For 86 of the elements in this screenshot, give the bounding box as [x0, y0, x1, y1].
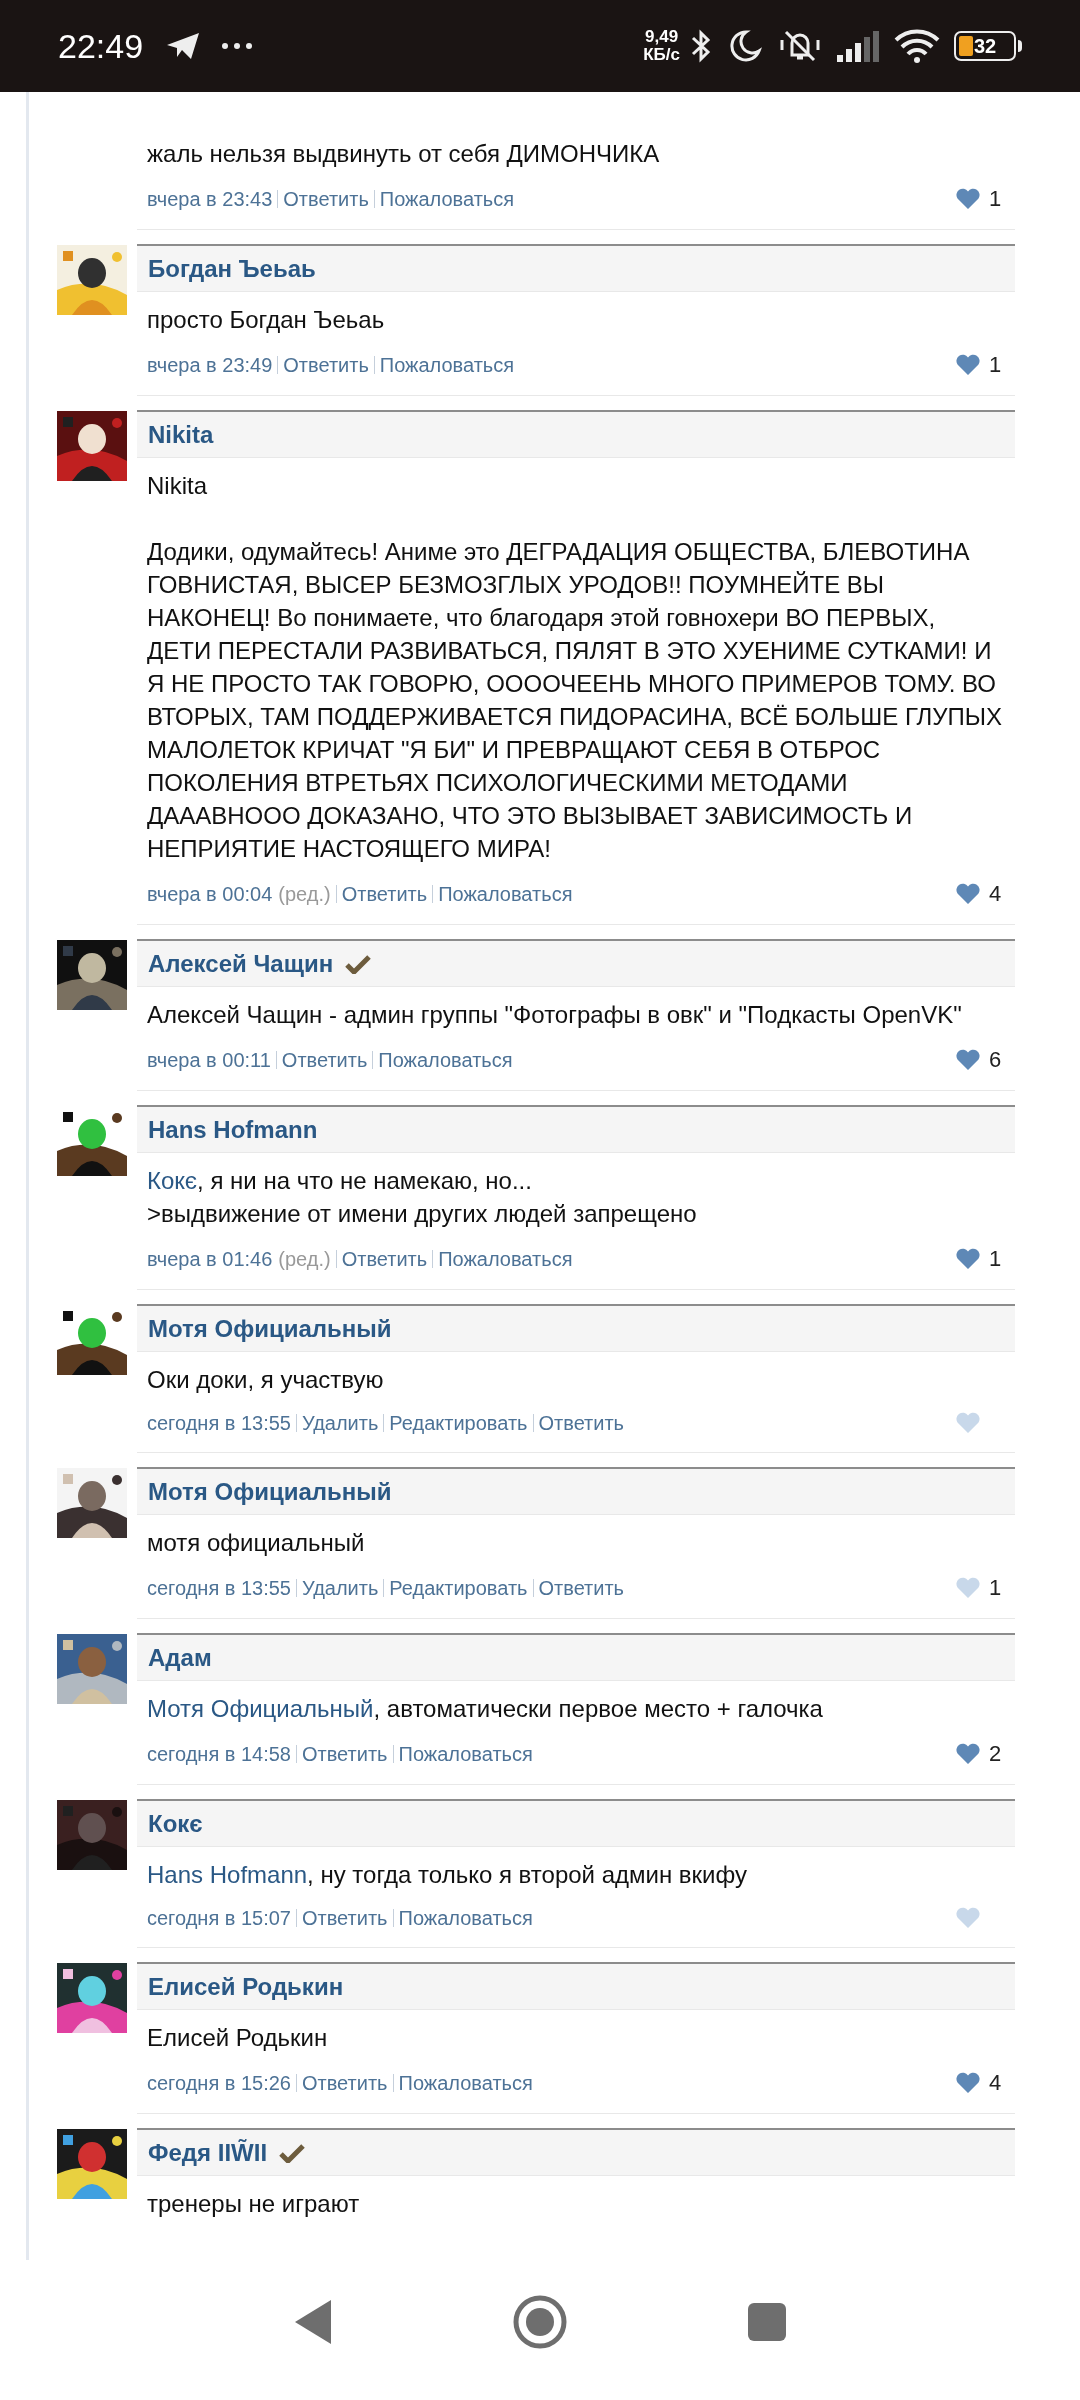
- comment-text: >выдвижение от имени других людей запрещено: [147, 1199, 698, 1229]
- like-count: 1: [989, 1574, 1003, 1602]
- comment-action-link[interactable]: Пожаловаться: [378, 1044, 513, 1075]
- heart-icon[interactable]: [955, 187, 981, 210]
- comment-action-link[interactable]: Ответить: [281, 1044, 368, 1075]
- comment-time[interactable]: вчера в 00:04: [147, 878, 273, 909]
- comment-action-link[interactable]: Ответить: [283, 183, 369, 214]
- comment-action-link[interactable]: Ответить: [302, 1903, 388, 1933]
- comment-text: Алексей Чащин - админ группы "Фотографы в овк" и "Подкасты OpenVK": [147, 1000, 963, 1030]
- back-icon[interactable]: [293, 2298, 333, 2346]
- bluetooth-icon: [690, 28, 712, 64]
- comment-time[interactable]: сегодня в 15:07: [147, 1903, 291, 1933]
- like-count: 6: [989, 1046, 1003, 1074]
- comment-action-link[interactable]: Пожаловаться: [398, 1738, 533, 1769]
- comment-action-link[interactable]: Ответить: [538, 1572, 624, 1603]
- heart-icon[interactable]: [955, 1247, 981, 1270]
- recents-icon[interactable]: [747, 2302, 787, 2342]
- author-name[interactable]: Елисей Родькин: [148, 1968, 344, 2005]
- comment-text: Елисей Родькин: [147, 2023, 329, 2053]
- comment-action-link[interactable]: Удалить: [302, 1408, 379, 1438]
- comment-text: Hans Hofmann, ну тогда только я второй админ вкифу: [147, 1860, 748, 1890]
- comment-text: Оки доки, я участвую: [147, 1365, 385, 1395]
- comment-action-link[interactable]: Редактировать: [389, 1408, 528, 1438]
- comment-time[interactable]: вчера в 23:43: [147, 183, 273, 214]
- comment-action-link[interactable]: Ответить: [283, 349, 369, 380]
- comment-text: Мотя Официальный, автоматически первое место + галочка: [147, 1694, 824, 1724]
- comment-action-link[interactable]: Удалить: [302, 1572, 379, 1603]
- network-speed: 9,49: [645, 28, 679, 46]
- wifi-icon: [894, 28, 940, 64]
- moon-icon: [728, 29, 762, 63]
- comment-time[interactable]: вчера в 23:49: [147, 349, 273, 380]
- clock: 22:49: [58, 25, 144, 67]
- comment-action-link[interactable]: Пожаловаться: [438, 878, 573, 909]
- edited-label: (ред.): [278, 1246, 331, 1272]
- like-count: 1: [989, 351, 1003, 379]
- network-speed-unit: КБ/с: [643, 46, 680, 64]
- comment-action-link[interactable]: Ответить: [538, 1408, 624, 1438]
- like-count: 4: [989, 2069, 1003, 2097]
- more-icon: [221, 42, 254, 50]
- paper-plane-icon: [165, 31, 202, 61]
- comment-time[interactable]: вчера в 00:11: [147, 1044, 271, 1075]
- comment-text: просто Богдан Ъеьаь: [147, 305, 386, 335]
- comment-action-link[interactable]: Пожаловаться: [379, 349, 515, 380]
- edited-label: (ред.): [278, 881, 331, 907]
- comment-time[interactable]: сегодня в 14:58: [147, 1738, 291, 1769]
- mention-link[interactable]: Кокє: [147, 1167, 198, 1194]
- heart-icon[interactable]: [955, 2071, 981, 2094]
- heart-icon[interactable]: [955, 353, 981, 376]
- heart-icon[interactable]: [955, 1048, 981, 1071]
- like-count: 4: [989, 880, 1003, 908]
- comment-action-link[interactable]: Пожаловаться: [438, 1243, 573, 1274]
- comment-time[interactable]: вчера в 01:46: [147, 1243, 273, 1274]
- comment-text: мотя официальный: [147, 1528, 366, 1558]
- mention-link[interactable]: Мотя Официальный: [147, 1695, 374, 1722]
- like-count: 2: [989, 1740, 1003, 1768]
- comment-text: жаль нельзя выдвинуть от себя ДИМОНЧИКА: [147, 139, 661, 169]
- author-name[interactable]: Адам: [148, 1639, 212, 1676]
- heart-icon[interactable]: [955, 882, 981, 905]
- author-name[interactable]: Федя IIW̃II: [148, 2134, 268, 2171]
- signal-icon: [836, 29, 880, 63]
- comment-action-link[interactable]: Пожаловаться: [398, 1903, 533, 1933]
- home-icon[interactable]: [513, 2295, 567, 2349]
- author-name[interactable]: Nikita: [148, 416, 214, 453]
- author-name[interactable]: Hans Hofmann: [148, 1111, 318, 1148]
- comment-text: тренеры не играют: [147, 2189, 361, 2219]
- like-count: 1: [989, 1245, 1003, 1273]
- author-name[interactable]: Богдан Ъеьаь: [148, 250, 316, 287]
- comment-time[interactable]: сегодня в 13:55: [147, 1572, 291, 1603]
- comment-time[interactable]: сегодня в 13:55: [147, 1408, 291, 1438]
- comment-action-link[interactable]: Редактировать: [389, 1572, 528, 1603]
- comment-time[interactable]: сегодня в 15:26: [147, 2067, 291, 2098]
- comment-text: Кокє, я ни на что не намекаю, но...: [147, 1166, 533, 1196]
- comment-text: Додики, одумайтесь! Аниме это ДЕГРАДАЦИЯ ОБЩЕСТВА, БЛЕВОТИНА ГОВНИСТАЯ, ВЫСЕР БЕЗМОЗГЛЫХ УРОДОВ!! ПОУМНЕЙТЕ ВЫ НАКОНЕЦ! Во понимаете, что благодаря этой говнохери ВО ПЕРВЫХ, ДЕТИ ПЕРЕСТАЛИ РАЗВИВАТЬСЯ, ПЯЛЯТ В ЭТО ХУЕНИМЕ СУТКАМИ! И Я НЕ ПРОСТО ТАК ГОВОРЮ, ООООЧЕЕНЬ МНОГО ПРИМЕРОВ ТОМУ. ВО ВТОРЫХ, ТАМ ПОДДЕРЖИВАЕТСЯ ПИДОРАСИНА, ВСЁ БОЛЬШЕ ГЛУПЫХ МАЛОЛЕТОК КРИЧАТ "Я БИ" И ПРЕВРАЩАЮТ СЕБЯ В ОТБРОС ПОКОЛЕНИЯ ВТРЕТЬЯХ ПСИХОЛОГИЧЕСКИМИ МЕТОДАМИ ДАААВНООО ДОКАЗАНО, ЧТО ЭТО ВЫЗЫВАЕТ ЗАВИСИМОСТЬ И НЕПРИЯТИЕ НАСТОЯЩЕГО МИРА!: [147, 537, 1004, 864]
- comment-action-link[interactable]: Ответить: [302, 2067, 388, 2098]
- comment-action-link[interactable]: Ответить: [302, 1738, 388, 1769]
- author-name[interactable]: Кокє: [148, 1805, 203, 1842]
- like-count: 1: [989, 185, 1003, 213]
- comment-text: Nikita: [147, 471, 208, 501]
- comment-action-link[interactable]: Пожаловаться: [379, 183, 515, 214]
- mention-link[interactable]: Hans Hofmann: [147, 1861, 308, 1888]
- heart-icon[interactable]: [955, 1742, 981, 1765]
- comment-action-link[interactable]: Ответить: [341, 1243, 428, 1274]
- comment-action-link[interactable]: Пожаловаться: [398, 2067, 533, 2098]
- comment-action-link[interactable]: Ответить: [341, 878, 428, 909]
- muted-bell-icon: [778, 28, 822, 64]
- author-name[interactable]: Алексей Чащин: [148, 945, 334, 982]
